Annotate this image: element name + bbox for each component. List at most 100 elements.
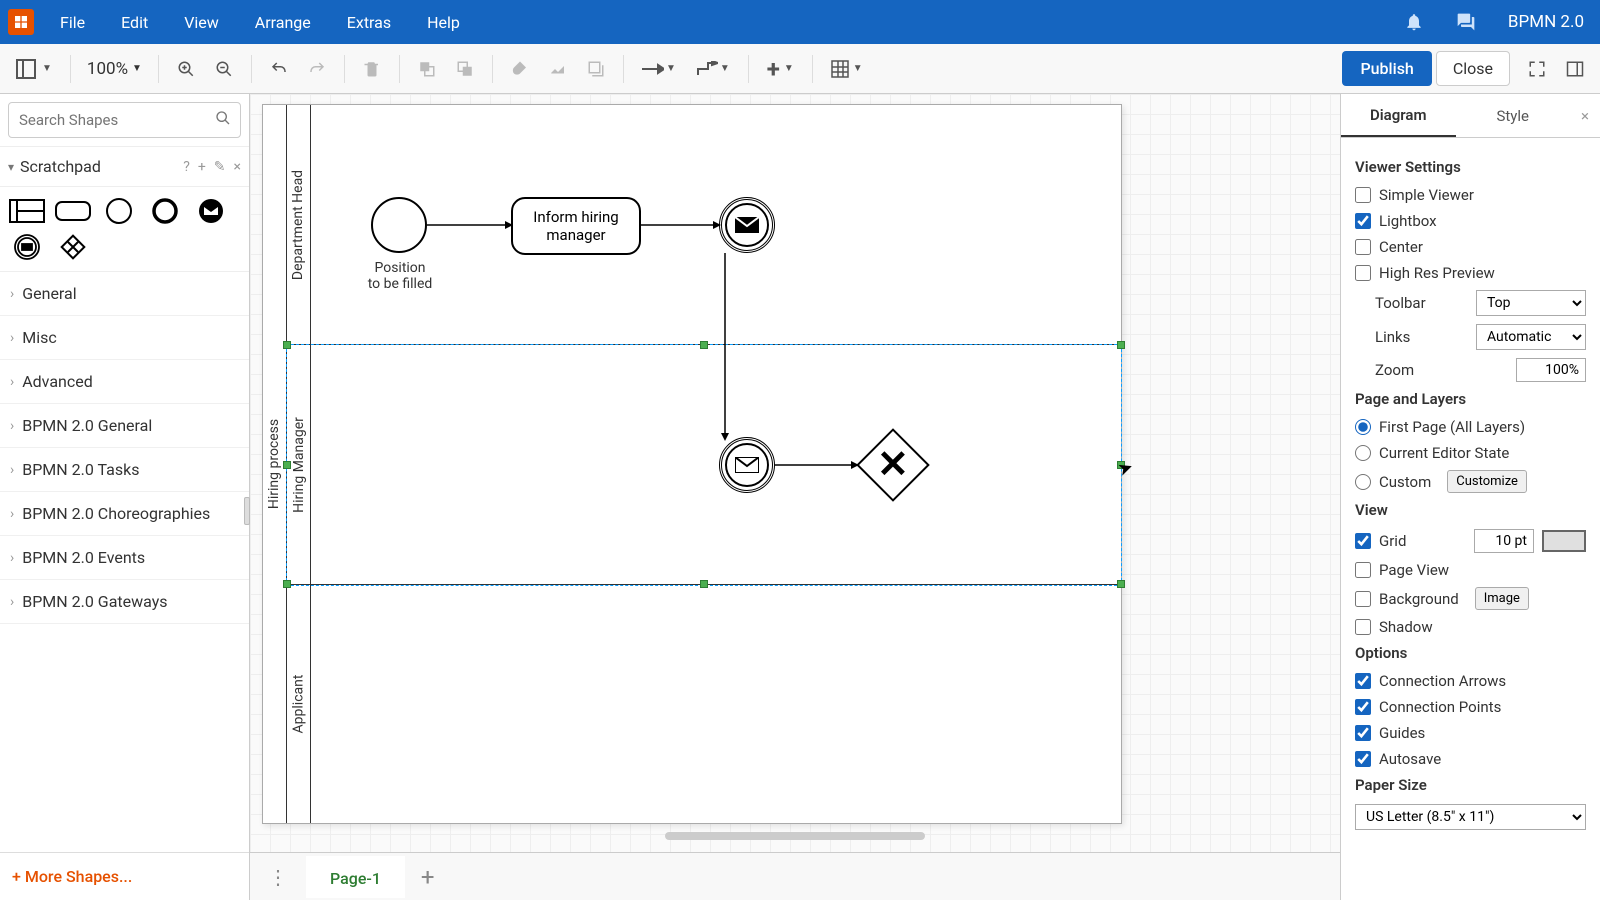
customize-button[interactable]: Customize — [1447, 470, 1527, 493]
zoom-out-icon[interactable] — [207, 54, 241, 84]
radio-custom[interactable] — [1355, 474, 1371, 490]
category-item[interactable]: BPMN 2.0 Choreographies — [0, 492, 249, 536]
lane-department-head[interactable]: Department Head Position to be filled In… — [287, 105, 1121, 345]
canvas-viewport[interactable]: Hiring process Department Head Position … — [250, 94, 1340, 852]
more-shapes-button[interactable]: + More Shapes... — [0, 852, 249, 900]
canvas-area: Hiring process Department Head Position … — [250, 94, 1340, 900]
line-color-icon[interactable] — [541, 54, 575, 84]
to-back-icon[interactable] — [448, 54, 482, 84]
message-catch-event[interactable] — [719, 437, 775, 493]
category-item[interactable]: Misc — [0, 316, 249, 360]
menu-edit[interactable]: Edit — [111, 9, 158, 36]
chevron-down-icon: ▾ — [8, 160, 14, 174]
checkbox-shadow[interactable] — [1355, 619, 1371, 635]
message-throw-event[interactable] — [719, 197, 775, 253]
checkbox-conn-points[interactable] — [1355, 699, 1371, 715]
shape-message-end[interactable] — [192, 197, 230, 225]
checkbox-background[interactable] — [1355, 591, 1371, 607]
section-options: Options — [1355, 644, 1586, 662]
checkbox-simple-viewer[interactable] — [1355, 187, 1371, 203]
undo-icon[interactable] — [262, 54, 296, 84]
panel-close-icon[interactable]: × — [1570, 94, 1600, 137]
insert-dropdown[interactable]: + ▼ — [759, 49, 802, 89]
checkbox-high-res[interactable] — [1355, 265, 1371, 281]
shape-start-event[interactable] — [100, 197, 138, 225]
fill-color-icon[interactable] — [503, 54, 537, 84]
radio-first-page[interactable] — [1355, 419, 1371, 435]
select-links[interactable]: Automatic — [1476, 324, 1586, 350]
checkbox-guides[interactable] — [1355, 725, 1371, 741]
checkbox-lightbox[interactable] — [1355, 213, 1371, 229]
grid-color-swatch[interactable] — [1542, 530, 1586, 552]
horizontal-scrollbar[interactable] — [665, 832, 925, 840]
fullscreen-icon[interactable] — [1520, 54, 1554, 84]
search-shapes-input[interactable] — [8, 102, 241, 138]
scratchpad-label: Scratchpad — [20, 157, 101, 176]
publish-button[interactable]: Publish — [1342, 51, 1431, 86]
category-item[interactable]: BPMN 2.0 Tasks — [0, 448, 249, 492]
search-icon[interactable] — [215, 110, 231, 130]
scratchpad-close-icon[interactable]: × — [234, 159, 241, 175]
start-event[interactable] — [371, 197, 427, 253]
shadow-icon[interactable] — [579, 54, 613, 84]
category-item[interactable]: Advanced — [0, 360, 249, 404]
add-page-icon[interactable]: + — [405, 863, 451, 891]
category-item[interactable]: BPMN 2.0 Gateways — [0, 580, 249, 624]
delete-icon[interactable] — [355, 54, 389, 84]
scratchpad-header[interactable]: ▾ Scratchpad ? + ✎ × — [0, 147, 249, 187]
exclusive-gateway[interactable]: ✕ — [856, 428, 930, 502]
scratchpad-edit-icon[interactable]: ✎ — [214, 159, 226, 175]
category-item[interactable]: BPMN 2.0 General — [0, 404, 249, 448]
shape-gateway[interactable] — [54, 233, 92, 261]
category-item[interactable]: BPMN 2.0 Events — [0, 536, 249, 580]
select-paper-size[interactable]: US Letter (8.5" x 11") — [1355, 804, 1586, 830]
page-tab[interactable]: Page-1 — [306, 856, 405, 898]
lane-applicant[interactable]: Applicant — [287, 585, 1121, 823]
diagram-page[interactable]: Hiring process Department Head Position … — [262, 104, 1122, 824]
checkbox-grid[interactable] — [1355, 533, 1371, 549]
task-inform-hiring-manager[interactable]: Inform hiring manager — [511, 197, 641, 255]
checkbox-page-view[interactable] — [1355, 562, 1371, 578]
comments-icon[interactable] — [1448, 8, 1484, 36]
page-menu-icon[interactable]: ⋮ — [250, 865, 306, 889]
notifications-icon[interactable] — [1396, 8, 1432, 36]
checkbox-autosave[interactable] — [1355, 751, 1371, 767]
connection-style-dropdown[interactable]: ▼ — [634, 57, 684, 81]
menu-help[interactable]: Help — [417, 9, 470, 36]
page-tabs: ⋮ Page-1 + — [250, 852, 1340, 900]
menu-extras[interactable]: Extras — [337, 9, 401, 36]
zoom-in-icon[interactable] — [169, 54, 203, 84]
scratchpad-add-icon[interactable]: + — [198, 159, 206, 175]
checkbox-conn-arrows[interactable] — [1355, 673, 1371, 689]
menu-arrange[interactable]: Arrange — [245, 9, 321, 36]
input-grid-size[interactable] — [1474, 529, 1534, 553]
input-zoom[interactable] — [1516, 358, 1586, 382]
menu-file[interactable]: File — [50, 9, 95, 36]
category-item[interactable]: General — [0, 272, 249, 316]
tab-diagram[interactable]: Diagram — [1341, 94, 1456, 137]
redo-icon[interactable] — [300, 54, 334, 84]
format-panel-toggle-icon[interactable] — [1558, 54, 1592, 84]
scratchpad-help-icon[interactable]: ? — [183, 159, 190, 175]
toolbar: ▼ 100% ▼ ▼ ▼ + ▼ ▼ Publish Close — [0, 44, 1600, 94]
table-dropdown[interactable]: ▼ — [823, 54, 871, 84]
shape-end-event[interactable] — [146, 197, 184, 225]
tab-style[interactable]: Style — [1456, 94, 1571, 137]
lane-hiring-manager[interactable]: Hiring Manager ✕ — [287, 345, 1121, 585]
close-button[interactable]: Close — [1436, 51, 1510, 86]
shape-pool[interactable] — [8, 197, 46, 225]
view-mode-dropdown[interactable]: ▼ — [8, 53, 60, 85]
shape-task[interactable] — [54, 197, 92, 225]
background-image-button[interactable]: Image — [1475, 587, 1529, 610]
app-logo[interactable] — [8, 9, 34, 35]
radio-current-editor[interactable] — [1355, 445, 1371, 461]
checkbox-center[interactable] — [1355, 239, 1371, 255]
waypoint-style-dropdown[interactable]: ▼ — [688, 55, 738, 83]
zoom-dropdown[interactable]: 100% ▼ — [81, 55, 148, 83]
section-paper-size: Paper Size — [1355, 776, 1586, 794]
section-page-layers: Page and Layers — [1355, 390, 1586, 408]
select-toolbar[interactable]: Top — [1476, 290, 1586, 316]
menu-view[interactable]: View — [174, 9, 229, 36]
to-front-icon[interactable] — [410, 54, 444, 84]
shape-message-intermediate[interactable] — [8, 233, 46, 261]
